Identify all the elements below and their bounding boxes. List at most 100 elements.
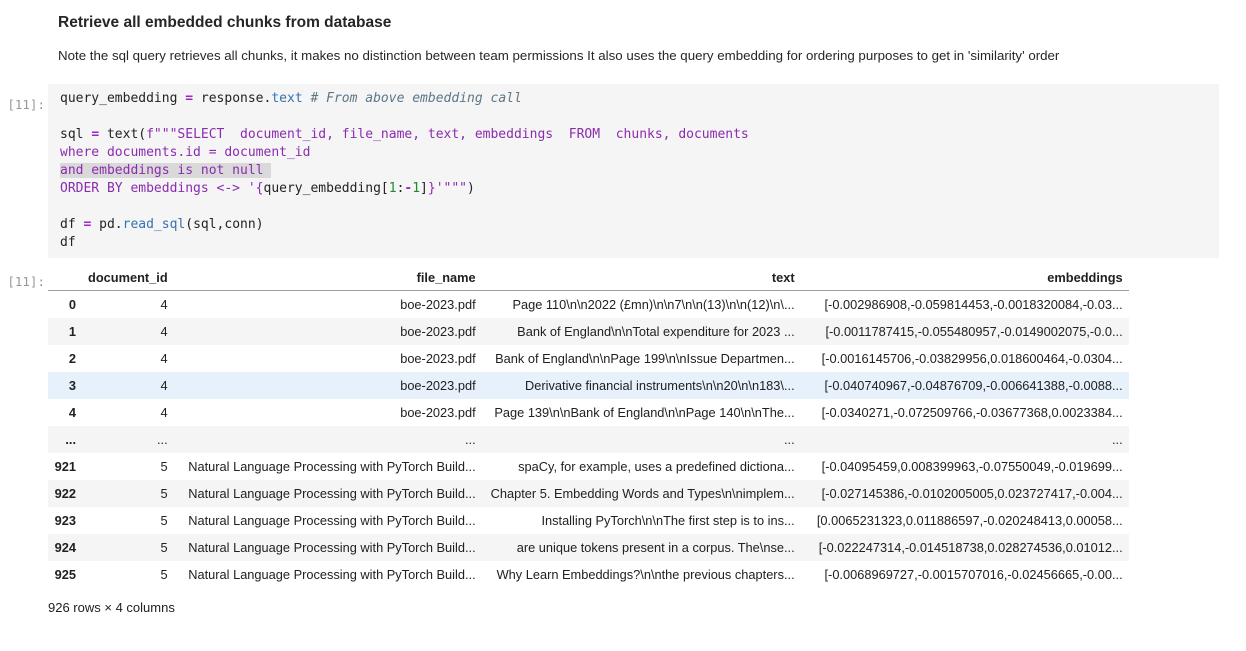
table-cell: Natural Language Processing with PyTorch… (174, 561, 482, 588)
table-row: 9245Natural Language Processing with PyT… (48, 534, 1129, 561)
code-token: ] (420, 181, 428, 196)
table-cell: 5 (82, 561, 174, 588)
table-cell: [-0.0016145706,-0.03829956,0.018600464,-… (801, 345, 1129, 372)
code-token: = (91, 127, 99, 142)
code-line: where documents.id = document_id (60, 144, 1219, 162)
code-token: df (60, 217, 83, 232)
table-row: 9235Natural Language Processing with PyT… (48, 507, 1129, 534)
table-row: 04boe-2023.pdfPage 110\n\n2022 (£mn)\n\n… (48, 291, 1129, 319)
row-index: 0 (48, 291, 82, 319)
code-line: query_embedding = response.text # From a… (60, 90, 1219, 108)
code-line: and embeddings is not null (60, 162, 1219, 180)
table-cell: Bank of England\n\nPage 199\n\nIssue Dep… (482, 345, 801, 372)
table-cell: Why Learn Embeddings?\n\nthe previous ch… (482, 561, 801, 588)
table-cell: 4 (82, 318, 174, 345)
code-editor[interactable]: query_embedding = response.text # From a… (48, 84, 1219, 258)
table-row: 24boe-2023.pdfBank of England\n\nPage 19… (48, 345, 1129, 372)
table-row: 44boe-2023.pdfPage 139\n\nBank of Englan… (48, 399, 1129, 426)
code-token: df (60, 235, 76, 250)
table-cell: boe-2023.pdf (174, 399, 482, 426)
table-cell: [-0.022247314,-0.014518738,0.028274536,0… (801, 534, 1129, 561)
table-cell: 4 (82, 345, 174, 372)
code-token: (sql,conn) (185, 217, 263, 232)
column-header: embeddings (801, 265, 1129, 291)
row-index: 921 (48, 453, 82, 480)
code-line: sql = text(f"""SELECT document_id, file_… (60, 126, 1219, 144)
table-row: 34boe-2023.pdfDerivative financial instr… (48, 372, 1129, 399)
table-row: 9225Natural Language Processing with PyT… (48, 480, 1129, 507)
dataframe-shape: 926 rows × 4 columns (48, 600, 1246, 615)
code-token: }'""" (428, 181, 467, 196)
table-cell: Chapter 5. Embedding Words and Types\n\n… (482, 480, 801, 507)
code-token: query_embedding (60, 91, 185, 106)
row-index: 925 (48, 561, 82, 588)
table-cell: boe-2023.pdf (174, 291, 482, 319)
index-column-header (48, 265, 82, 291)
code-token: pd. (91, 217, 122, 232)
code-token: query_embedding[ (264, 181, 389, 196)
code-line: df (60, 234, 1219, 252)
table-cell: boe-2023.pdf (174, 318, 482, 345)
table-cell: 4 (82, 291, 174, 319)
table-row: 9215Natural Language Processing with PyT… (48, 453, 1129, 480)
table-header: document_idfile_nametextembeddings (48, 265, 1129, 291)
table-body: 04boe-2023.pdfPage 110\n\n2022 (£mn)\n\n… (48, 291, 1129, 589)
row-index: ... (48, 426, 82, 453)
table-cell: 4 (82, 399, 174, 426)
markdown-cell: Retrieve all embedded chunks from databa… (58, 13, 1218, 64)
output-prompt: [11]: (0, 265, 48, 289)
code-token: = (185, 91, 193, 106)
table-cell: Natural Language Processing with PyTorch… (174, 534, 482, 561)
row-index: 923 (48, 507, 82, 534)
table-cell: Page 110\n\n2022 (£mn)\n\n7\n\n(13)\n\n(… (482, 291, 801, 319)
table-cell: spaCy, for example, uses a predefined di… (482, 453, 801, 480)
code-cell[interactable]: [11]: query_embedding = response.text # … (0, 84, 1246, 258)
table-cell: 5 (82, 534, 174, 561)
code-token: and embeddings is not null (60, 163, 271, 178)
table-cell: [-0.04095459,0.008399963,-0.07550049,-0.… (801, 453, 1129, 480)
input-prompt: [11]: (0, 84, 48, 112)
output-cell: [11]: document_idfile_nametextembeddings… (0, 265, 1246, 615)
code-token: 1 (389, 181, 397, 196)
dataframe-table: document_idfile_nametextembeddings 04boe… (48, 265, 1129, 588)
code-token: # From above embedding call (310, 91, 521, 106)
table-row: 14boe-2023.pdfBank of England\n\nTotal e… (48, 318, 1129, 345)
code-token: ORDER BY embeddings <-> '{ (60, 181, 264, 196)
table-cell: [-0.0340271,-0.072509766,-0.03677368,0.0… (801, 399, 1129, 426)
code-token: text( (99, 127, 146, 142)
table-cell: 5 (82, 507, 174, 534)
code-token: ) (467, 181, 475, 196)
table-cell: ... (482, 426, 801, 453)
column-header: text (482, 265, 801, 291)
table-cell: Natural Language Processing with PyTorch… (174, 480, 482, 507)
row-index: 3 (48, 372, 82, 399)
row-index: 922 (48, 480, 82, 507)
code-token: 1 (412, 181, 420, 196)
table-cell: [-0.002986908,-0.059814453,-0.0018320084… (801, 291, 1129, 319)
column-header: document_id (82, 265, 174, 291)
code-line: ORDER BY embeddings <-> '{query_embeddin… (60, 180, 1219, 198)
code-line (60, 108, 1219, 126)
table-cell: [-0.0011787415,-0.055480957,-0.014900207… (801, 318, 1129, 345)
row-index: 1 (48, 318, 82, 345)
table-cell: [-0.0068969727,-0.0015707016,-0.02456665… (801, 561, 1129, 588)
table-row: 9255Natural Language Processing with PyT… (48, 561, 1129, 588)
table-cell: Natural Language Processing with PyTorch… (174, 507, 482, 534)
table-cell: Derivative financial instruments\n\n20\n… (482, 372, 801, 399)
code-token: response. (193, 91, 271, 106)
table-cell: 4 (82, 372, 174, 399)
code-token: f"""SELECT document_id, file_name, text,… (146, 127, 749, 142)
table-cell: are unique tokens present in a corpus. T… (482, 534, 801, 561)
row-index: 2 (48, 345, 82, 372)
selected-code-text: and embeddings is not null (60, 163, 271, 178)
note-text: Note the sql query retrieves all chunks,… (58, 47, 1218, 64)
column-header: file_name (174, 265, 482, 291)
code-token: text (271, 91, 302, 106)
table-cell: Natural Language Processing with PyTorch… (174, 453, 482, 480)
table-cell: boe-2023.pdf (174, 345, 482, 372)
code-line: df = pd.read_sql(sql,conn) (60, 216, 1219, 234)
code-token: where documents.id = document_id (60, 145, 310, 160)
table-cell: 5 (82, 480, 174, 507)
row-index: 4 (48, 399, 82, 426)
header-row: document_idfile_nametextembeddings (48, 265, 1129, 291)
